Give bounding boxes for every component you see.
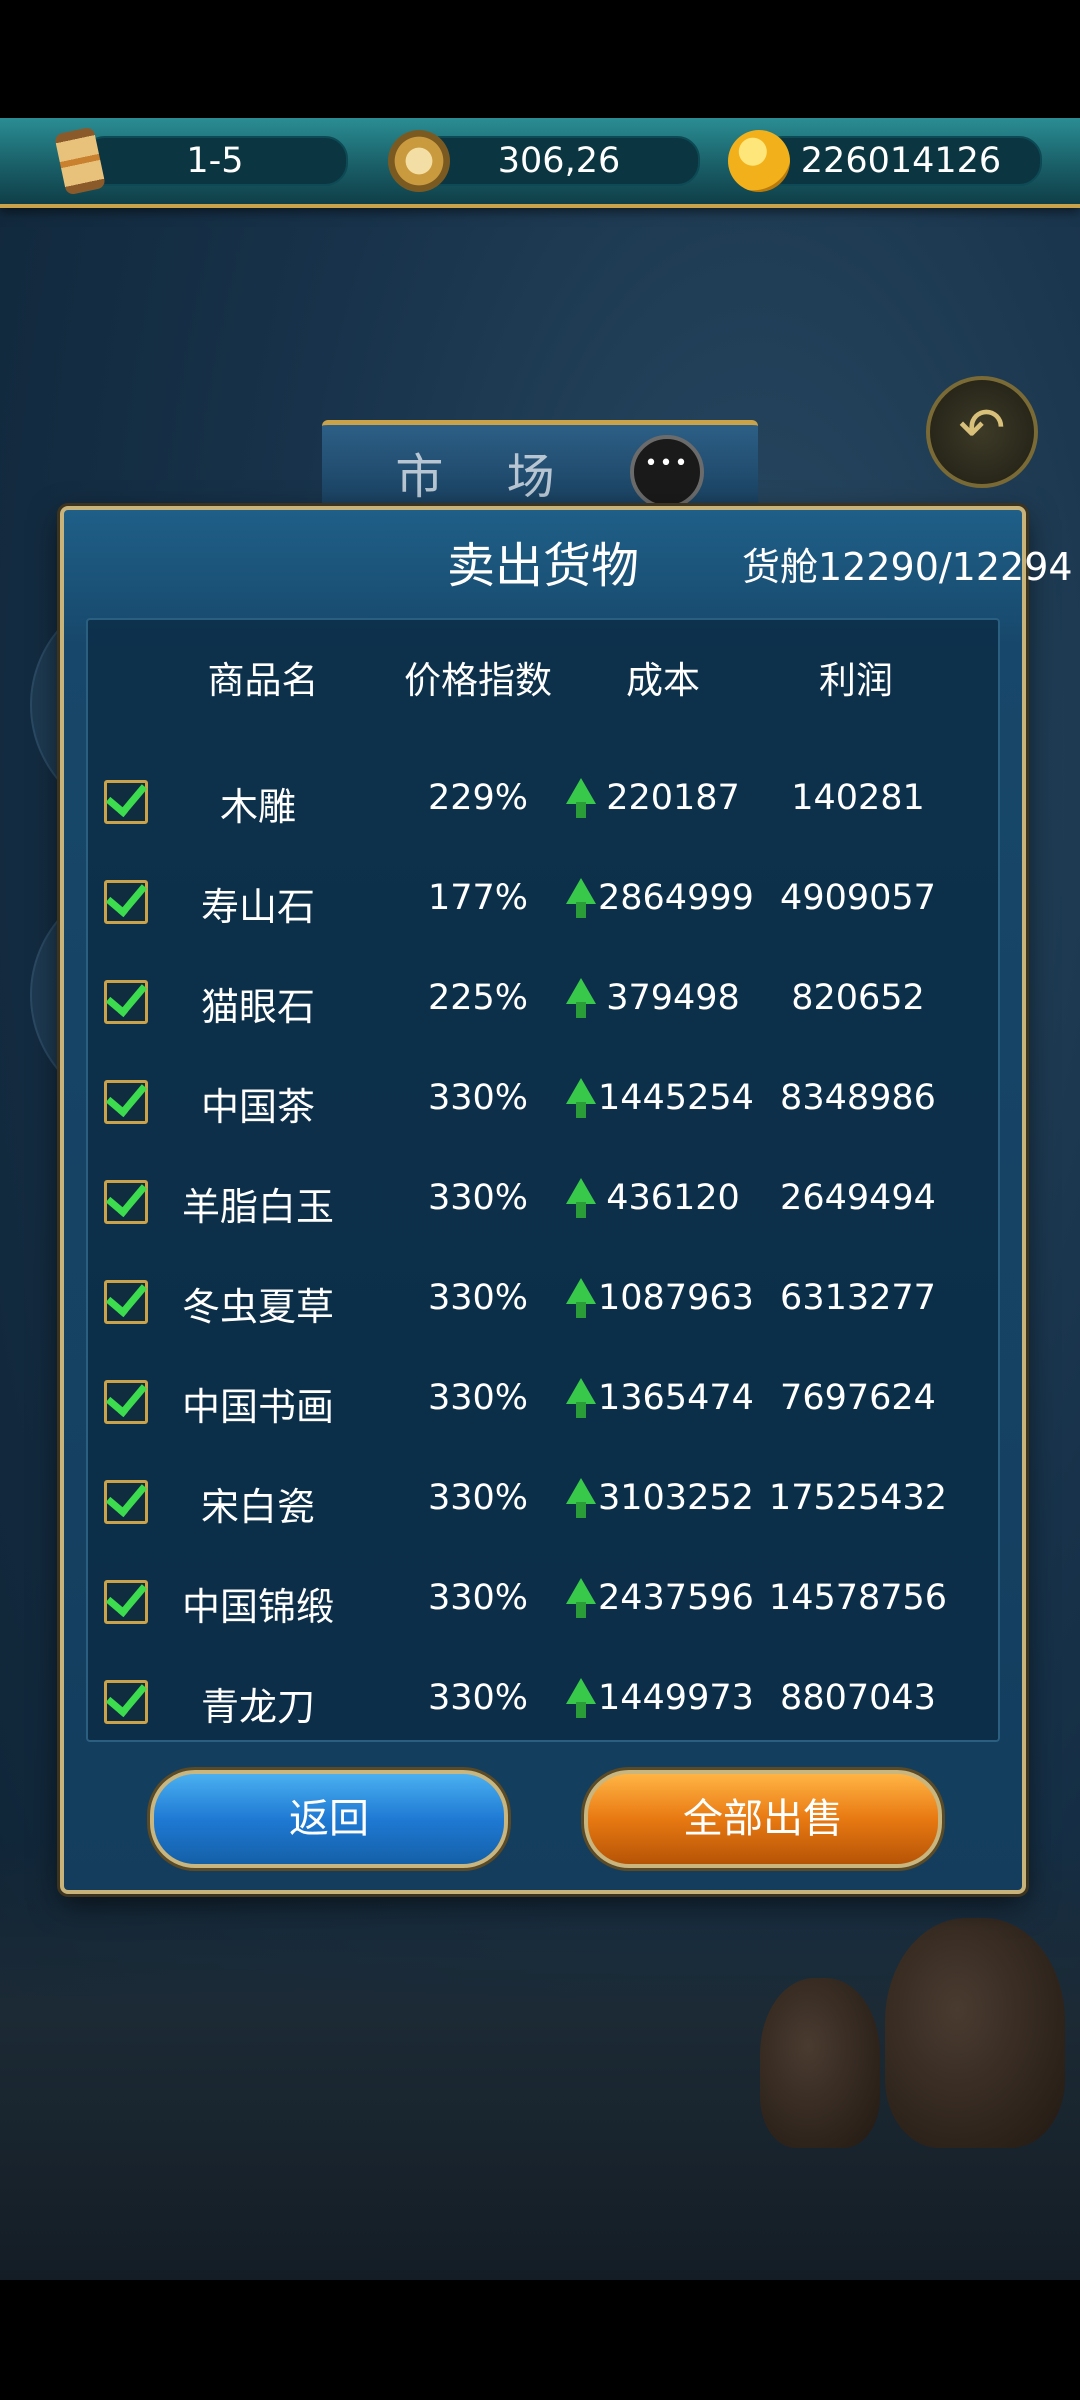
background-jar [760, 1978, 880, 2148]
goods-name: 羊脂白玉 [181, 1185, 334, 1229]
checkbox[interactable] [104, 780, 148, 824]
cargo-capacity: 货舱12290/12294 [742, 545, 1073, 589]
position-value: 306,26 [497, 141, 621, 181]
price-up-icon [566, 878, 596, 918]
cost-value: 1449973 [598, 1678, 754, 1718]
cost-value: 3103252 [598, 1478, 754, 1518]
checkbox[interactable] [104, 1180, 148, 1224]
checkbox[interactable] [104, 1380, 148, 1424]
goods-row[interactable]: 中国书画 330% 1365474 7697624 [88, 1352, 998, 1452]
gold-value: 226014126 [800, 141, 1002, 181]
price-index: 330% [427, 1578, 529, 1618]
header-profit: 利润 [819, 659, 893, 702]
profit-value: 8807043 [780, 1678, 936, 1718]
cost-value: 2864999 [598, 878, 754, 918]
cost-value: 1365474 [598, 1378, 754, 1418]
goods-name: 猫眼石 [200, 985, 315, 1029]
profit-value: 820652 [791, 978, 925, 1018]
checkbox[interactable] [104, 880, 148, 924]
goods-row[interactable]: 猫眼石 225% 379498 820652 [88, 952, 998, 1052]
profit-value: 7697624 [780, 1378, 936, 1418]
goods-row[interactable]: 羊脂白玉 330% 436120 2649494 [88, 1152, 998, 1252]
resource-bar: 1-5 306,26 226014126 [0, 118, 1080, 208]
return-button[interactable]: ↶ [926, 376, 1038, 488]
goods-row[interactable]: 中国茶 330% 1445254 8348986 [88, 1052, 998, 1152]
price-up-icon [566, 1278, 596, 1318]
checkbox[interactable] [104, 980, 148, 1024]
cost-value: 220187 [606, 778, 740, 818]
price-up-icon [566, 1078, 596, 1118]
profit-value: 8348986 [780, 1078, 936, 1118]
profit-value: 17525432 [768, 1478, 948, 1518]
price-index: 330% [427, 1478, 529, 1518]
price-up-icon [566, 1378, 596, 1418]
price-up-icon [566, 1678, 596, 1718]
price-index: 330% [427, 1378, 529, 1418]
price-index: 330% [427, 1678, 529, 1718]
header-price-index: 价格指数 [404, 659, 552, 702]
price-up-icon [566, 778, 596, 818]
sell-goods-dialog: 卖出货物 货舱12290/12294 商品名 价格指数 成本 利润 木雕 229… [60, 506, 1073, 1894]
goods-name: 木雕 [219, 785, 296, 829]
goods-row[interactable]: 寿山石 177% 2864999 4909057 [88, 852, 998, 952]
cost-value: 436120 [606, 1178, 740, 1218]
goods-name: 冬虫夏草 [181, 1285, 334, 1329]
checkbox[interactable] [104, 1680, 148, 1724]
price-up-icon [566, 1178, 596, 1218]
checkbox[interactable] [104, 1080, 148, 1124]
price-index: 177% [427, 878, 529, 918]
goods-row[interactable]: 宋白瓷 330% 3103252 17525432 [88, 1452, 998, 1552]
header-cost: 成本 [626, 659, 700, 702]
checkbox[interactable] [104, 1580, 148, 1624]
goods-row[interactable]: 木雕 229% 220187 140281 [88, 752, 998, 852]
price-index: 330% [427, 1278, 529, 1318]
goods-table: 商品名 价格指数 成本 利润 木雕 229% 220187 140281 寿山石… [86, 618, 1000, 1742]
goods-name: 寿山石 [200, 885, 315, 929]
goods-name: 中国锦缎 [181, 1585, 334, 1629]
profit-value: 140281 [791, 778, 925, 818]
cost-value: 2437596 [598, 1578, 754, 1618]
back-button[interactable]: 返回 [150, 1770, 508, 1868]
cost-value: 1087963 [598, 1278, 754, 1318]
goods-row[interactable]: 冬虫夏草 330% 1087963 6313277 [88, 1252, 998, 1352]
goods-row[interactable]: 中国锦缎 330% 2437596 14578756 [88, 1552, 998, 1652]
gold-coin-icon [728, 130, 790, 192]
price-index: 225% [427, 978, 529, 1018]
goods-name: 宋白瓷 [200, 1485, 315, 1529]
price-up-icon [566, 1478, 596, 1518]
profit-value: 4909057 [780, 878, 936, 918]
sell-all-button[interactable]: 全部出售 [584, 1770, 942, 1868]
profit-value: 14578756 [768, 1578, 948, 1618]
profit-value: 2649494 [780, 1178, 936, 1218]
voyage-counter: 1-5 [82, 136, 348, 186]
goods-name: 青龙刀 [200, 1685, 315, 1729]
goods-name: 中国书画 [181, 1385, 334, 1429]
position-counter: 306,26 [418, 136, 700, 186]
cost-value: 379498 [606, 978, 740, 1018]
compass-icon [388, 130, 450, 192]
market-title: 市 场 [395, 449, 579, 505]
return-arrow-icon: ↶ [958, 396, 1006, 461]
cost-value: 1445254 [598, 1078, 754, 1118]
goods-row[interactable]: 青龙刀 330% 1449973 8807043 [88, 1652, 998, 1752]
background-jar [885, 1918, 1065, 2148]
profit-value: 6313277 [780, 1278, 936, 1318]
price-index: 330% [427, 1178, 529, 1218]
voyage-value: 1-5 [186, 141, 244, 181]
chat-bubble-icon[interactable] [630, 435, 704, 509]
checkbox[interactable] [104, 1280, 148, 1324]
market-header: 市 场 [322, 420, 758, 515]
goods-name: 中国茶 [200, 1085, 315, 1129]
price-up-icon [566, 978, 596, 1018]
price-index: 330% [427, 1078, 529, 1118]
header-name: 商品名 [207, 659, 319, 702]
price-up-icon [566, 1578, 596, 1618]
price-index: 229% [427, 778, 529, 818]
checkbox[interactable] [104, 1480, 148, 1524]
gold-counter: 226014126 [760, 136, 1042, 186]
